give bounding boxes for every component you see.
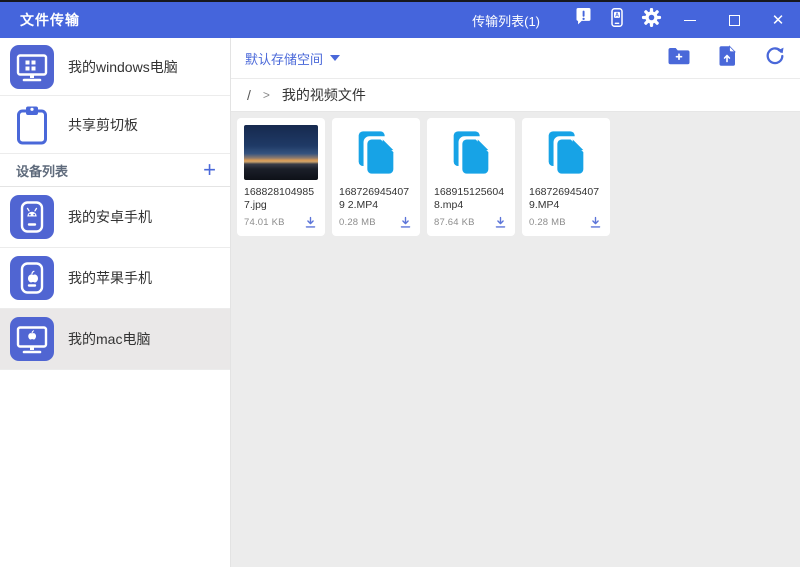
device-item-label: 我的苹果手机 bbox=[68, 268, 152, 288]
new-folder-button[interactable] bbox=[666, 45, 692, 71]
download-icon bbox=[589, 216, 602, 229]
app-window: 文件传输 传输列表(1) A bbox=[0, 0, 800, 567]
file-card[interactable]: 1687269454079.MP4 0.28 MB bbox=[522, 118, 610, 236]
gear-icon bbox=[641, 7, 662, 33]
phone-letter-a-icon: A bbox=[607, 7, 627, 33]
settings-button[interactable] bbox=[634, 2, 668, 38]
clipboard-icon bbox=[10, 103, 54, 147]
breadcrumb-separator: > bbox=[263, 88, 270, 102]
sidebar: 我的windows电脑 共享剪切板 设备列表 + bbox=[0, 38, 230, 567]
upload-file-button[interactable] bbox=[714, 45, 740, 71]
apple-phone-icon bbox=[10, 256, 54, 300]
mac-computer-icon bbox=[10, 317, 54, 361]
svg-text:A: A bbox=[615, 13, 619, 19]
sidebar-item-label: 共享剪切板 bbox=[68, 115, 138, 135]
download-button[interactable] bbox=[587, 214, 603, 230]
minimize-icon bbox=[684, 20, 696, 21]
file-size: 87.64 KB bbox=[434, 217, 475, 228]
speech-bubble-exclamation-icon bbox=[573, 7, 594, 33]
file-card[interactable]: 1687269454079 2.MP4 0.28 MB bbox=[332, 118, 420, 236]
titlebar[interactable]: 文件传输 传输列表(1) A bbox=[0, 2, 800, 38]
video-file-icon bbox=[434, 125, 508, 180]
file-toolbar: 默认存储空间 bbox=[231, 38, 800, 79]
maximize-icon bbox=[729, 15, 740, 26]
file-name: 1687269454079 2.MP4 bbox=[339, 186, 413, 213]
device-list-header: 设备列表 + bbox=[0, 154, 230, 187]
device-item-apple-phone[interactable]: 我的苹果手机 bbox=[0, 248, 230, 309]
windows-computer-icon bbox=[10, 45, 54, 89]
sidebar-item-my-computer[interactable]: 我的windows电脑 bbox=[0, 38, 230, 96]
download-icon bbox=[494, 216, 507, 229]
download-icon bbox=[304, 216, 317, 229]
download-icon bbox=[399, 216, 412, 229]
image-thumbnail bbox=[244, 125, 318, 180]
close-icon: ✕ bbox=[772, 13, 785, 28]
file-upload-icon bbox=[718, 45, 736, 72]
download-button[interactable] bbox=[302, 214, 318, 230]
storage-space-label: 默认存储空间 bbox=[245, 49, 323, 68]
file-card[interactable]: 1689151256048.mp4 87.64 KB bbox=[427, 118, 515, 236]
video-file-icon bbox=[529, 125, 603, 180]
file-card[interactable]: 1688281049857.jpg 74.01 KB bbox=[237, 118, 325, 236]
device-list-title: 设备列表 bbox=[16, 161, 68, 180]
add-device-button[interactable]: + bbox=[203, 159, 216, 181]
device-item-android-phone[interactable]: 我的安卓手机 bbox=[0, 187, 230, 248]
device-item-mac-computer[interactable]: 我的mac电脑 bbox=[0, 309, 230, 370]
app-title: 文件传输 bbox=[20, 10, 80, 30]
file-size: 0.28 MB bbox=[529, 217, 566, 228]
breadcrumb-current-folder: 我的视频文件 bbox=[282, 85, 366, 105]
download-button[interactable] bbox=[492, 214, 508, 230]
transfer-list-button[interactable]: 传输列表(1) bbox=[472, 11, 540, 30]
android-phone-icon bbox=[10, 195, 54, 239]
storage-space-dropdown[interactable]: 默认存储空间 bbox=[245, 49, 340, 68]
file-size: 0.28 MB bbox=[339, 217, 376, 228]
video-file-icon bbox=[339, 125, 413, 180]
chevron-down-icon bbox=[330, 55, 340, 61]
file-size: 74.01 KB bbox=[244, 217, 285, 228]
sidebar-item-shared-clipboard[interactable]: 共享剪切板 bbox=[0, 96, 230, 154]
folder-plus-icon bbox=[667, 46, 691, 71]
refresh-button[interactable] bbox=[762, 45, 788, 71]
file-grid: 1688281049857.jpg 74.01 KB bbox=[231, 112, 800, 567]
minimize-button[interactable] bbox=[668, 2, 712, 38]
breadcrumb-root[interactable]: / bbox=[247, 87, 251, 103]
close-button[interactable]: ✕ bbox=[756, 2, 800, 38]
maximize-button[interactable] bbox=[712, 2, 756, 38]
file-name: 1689151256048.mp4 bbox=[434, 186, 508, 213]
connect-device-button[interactable]: A bbox=[600, 2, 634, 38]
feedback-button[interactable] bbox=[566, 2, 600, 38]
sidebar-item-label: 我的windows电脑 bbox=[68, 57, 178, 77]
file-name: 1688281049857.jpg bbox=[244, 186, 318, 213]
download-button[interactable] bbox=[397, 214, 413, 230]
refresh-icon bbox=[764, 45, 786, 72]
device-item-label: 我的mac电脑 bbox=[68, 329, 150, 349]
main-panel: 默认存储空间 bbox=[230, 38, 800, 567]
device-item-label: 我的安卓手机 bbox=[68, 207, 152, 227]
file-name: 1687269454079.MP4 bbox=[529, 186, 603, 213]
breadcrumb: / > 我的视频文件 bbox=[231, 79, 800, 112]
